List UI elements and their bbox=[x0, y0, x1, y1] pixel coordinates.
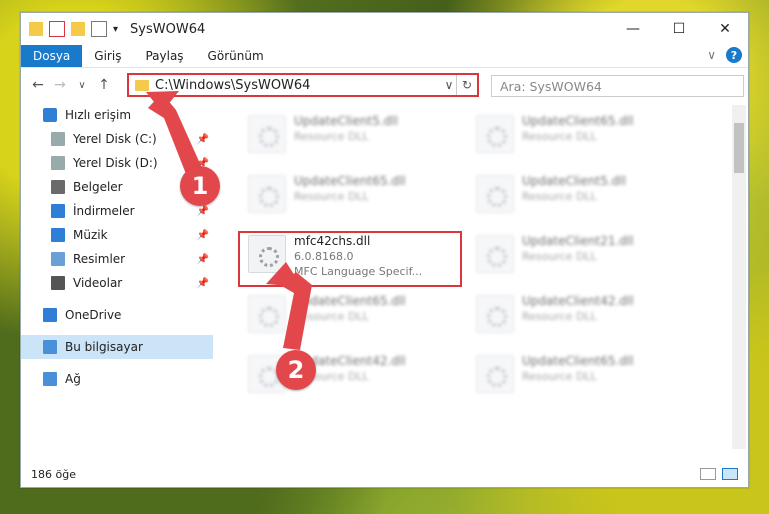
callout-1: 1 bbox=[180, 166, 220, 206]
arrow-1-icon bbox=[146, 91, 312, 350]
callout-2: 2 bbox=[276, 350, 316, 390]
